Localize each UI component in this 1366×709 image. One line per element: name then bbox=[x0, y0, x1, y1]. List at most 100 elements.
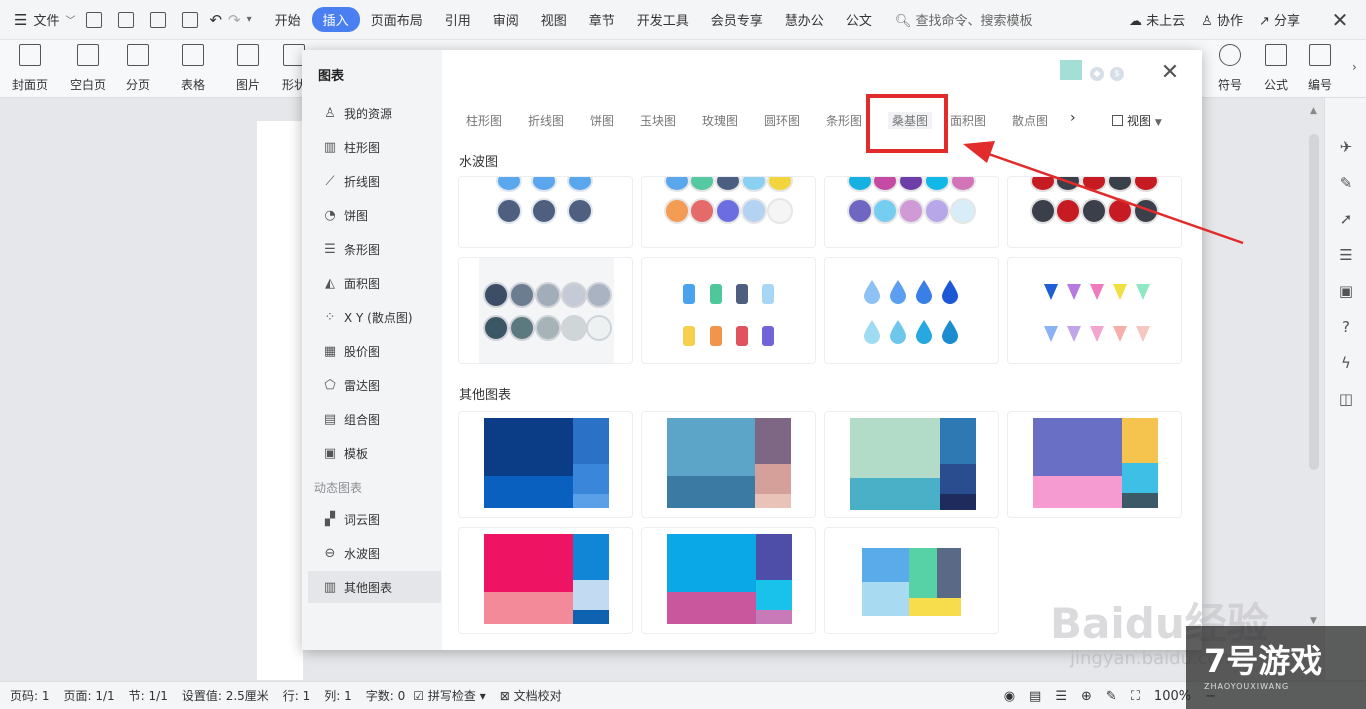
sidebar-item-9[interactable]: ▤ 组合图 bbox=[308, 403, 441, 435]
pen-icon[interactable]: ✎ bbox=[1337, 174, 1355, 192]
write-mode-icon[interactable]: ✎ bbox=[1106, 689, 1117, 704]
coin-icon[interactable]: $ bbox=[1110, 67, 1124, 81]
symbol-button[interactable]: 符号 bbox=[1218, 44, 1242, 93]
sidebar-item-4[interactable]: ☰ 条形图 bbox=[308, 233, 441, 265]
hamburger-icon[interactable]: ☰ bbox=[14, 11, 27, 29]
tab-4[interactable]: 审阅 bbox=[482, 7, 530, 32]
page-break-button[interactable]: 分页 bbox=[126, 44, 150, 93]
tab-8[interactable]: 会员专享 bbox=[700, 7, 774, 32]
scrollbar-thumb[interactable] bbox=[1309, 134, 1319, 470]
tab-7[interactable]: 开发工具 bbox=[626, 7, 700, 32]
tab-5[interactable]: 视图 bbox=[530, 7, 578, 32]
template-card[interactable] bbox=[458, 257, 633, 364]
template-card[interactable] bbox=[641, 527, 816, 634]
scroll-up-icon[interactable]: ▲ bbox=[1310, 106, 1317, 116]
lightning-icon[interactable]: ϟ bbox=[1337, 354, 1355, 372]
sliders-icon[interactable]: ☰ bbox=[1337, 246, 1355, 264]
tab-3[interactable]: 引用 bbox=[434, 7, 482, 32]
chart-tab-5[interactable]: 圆环图 bbox=[764, 112, 800, 129]
template-card[interactable] bbox=[641, 411, 816, 518]
ribbon-scroll-right-icon[interactable]: › bbox=[1352, 60, 1357, 74]
template-card[interactable] bbox=[458, 411, 633, 518]
template-card[interactable] bbox=[1007, 257, 1182, 364]
scroll-down-icon[interactable]: ▼ bbox=[1310, 616, 1317, 626]
print-icon[interactable] bbox=[150, 11, 167, 28]
sidebar-item-2[interactable]: ⟋ 折线图 bbox=[308, 165, 441, 197]
sidebar-item-10[interactable]: ▣ 模板 bbox=[308, 437, 441, 469]
sidebar-item-5[interactable]: ◭ 面积图 bbox=[308, 267, 441, 299]
web-view-icon[interactable]: ⊕ bbox=[1081, 689, 1092, 704]
sidebar-item-1[interactable]: ▥ 柱形图 bbox=[308, 131, 441, 163]
dynamic-item-0[interactable]: ▞ 词云图 bbox=[308, 503, 441, 535]
tab-10[interactable]: 公文 bbox=[835, 7, 883, 32]
chevron-down-icon[interactable]: ﹀ bbox=[65, 12, 75, 27]
template-card[interactable] bbox=[458, 176, 633, 248]
cursor-icon[interactable]: ➚ bbox=[1337, 210, 1355, 228]
dynamic-item-2[interactable]: ▥ 其他图表 bbox=[308, 571, 441, 603]
outline-view-icon[interactable]: ☰ bbox=[1055, 689, 1067, 704]
chart-tab-6[interactable]: 条形图 bbox=[826, 112, 862, 129]
template-card[interactable] bbox=[1007, 411, 1182, 518]
command-search[interactable]: 🔍︎ 查找命令、搜索模板 bbox=[895, 10, 1033, 29]
chart-tab-3[interactable]: 玉块图 bbox=[640, 112, 676, 129]
spell-check-button[interactable]: ☑ 拼写检查 ▾ bbox=[413, 687, 485, 704]
rocket-icon[interactable]: ✈ bbox=[1337, 138, 1355, 156]
chart-tab-9[interactable]: 散点图 bbox=[1012, 112, 1048, 129]
vertical-scrollbar[interactable]: ▲ ▼ bbox=[1307, 104, 1321, 680]
template-card[interactable] bbox=[824, 257, 999, 364]
collab-button[interactable]: ♙ 协作 bbox=[1201, 10, 1243, 29]
close-icon[interactable]: ✕ bbox=[1314, 0, 1366, 40]
cloud-status[interactable]: ☁ 未上云 bbox=[1129, 10, 1185, 29]
cover-page-button[interactable]: 封面页 bbox=[12, 44, 48, 93]
sidebar-item-3[interactable]: ◔ 饼图 bbox=[308, 199, 441, 231]
sidebar-item-7[interactable]: ▦ 股价图 bbox=[308, 335, 441, 367]
tab-6[interactable]: 章节 bbox=[578, 7, 626, 32]
picture-button[interactable]: 图片 bbox=[236, 44, 260, 93]
theme-swatch[interactable] bbox=[1060, 60, 1082, 80]
template-card[interactable] bbox=[458, 527, 633, 634]
undo-icon[interactable]: ↶ bbox=[209, 11, 222, 29]
eye-icon[interactable]: ◉ bbox=[1004, 689, 1015, 704]
dialog-close-icon[interactable]: ✕ bbox=[1158, 60, 1182, 85]
chart-tab-0[interactable]: 柱形图 bbox=[466, 112, 502, 129]
help-icon[interactable]: ? bbox=[1337, 318, 1355, 336]
template-card[interactable] bbox=[641, 257, 816, 364]
chart-tab-1[interactable]: 折线图 bbox=[528, 112, 564, 129]
numbering-button[interactable]: 编号 bbox=[1308, 44, 1332, 93]
tabs-next-icon[interactable]: › bbox=[1070, 110, 1076, 126]
book-icon[interactable]: ◫ bbox=[1337, 390, 1355, 408]
page-view-icon[interactable]: ▤ bbox=[1029, 689, 1041, 704]
tab-1[interactable]: 插入 bbox=[311, 7, 360, 32]
dropdown-icon[interactable]: ▾ bbox=[247, 14, 252, 25]
sidebar-item-6[interactable]: ⁘ X Y (散点图) bbox=[308, 301, 441, 333]
template-card[interactable] bbox=[1007, 176, 1182, 248]
sidebar-item-8[interactable]: ⬠ 雷达图 bbox=[308, 369, 441, 401]
table-button[interactable]: 表格 bbox=[181, 44, 205, 93]
redo-icon[interactable]: ↷ bbox=[228, 11, 241, 29]
sidebar-item-0[interactable]: ♙ 我的资源 bbox=[308, 97, 441, 129]
export-pdf-icon[interactable] bbox=[118, 11, 135, 28]
dynamic-item-1[interactable]: ⊖ 水波图 bbox=[308, 537, 441, 569]
file-menu[interactable]: 文件 bbox=[33, 10, 59, 29]
image-settings-icon[interactable]: ▣ bbox=[1337, 282, 1355, 300]
fit-page-icon[interactable]: ⛶ bbox=[1131, 689, 1140, 704]
template-card[interactable] bbox=[824, 527, 999, 634]
template-card[interactable] bbox=[824, 176, 999, 248]
tab-9[interactable]: 慧办公 bbox=[774, 7, 835, 32]
share-button[interactable]: ↗ 分享 bbox=[1259, 10, 1300, 29]
word-count[interactable]: 字数: 0 bbox=[366, 687, 406, 704]
template-card[interactable] bbox=[641, 176, 816, 248]
save-icon[interactable] bbox=[86, 11, 103, 28]
proofread-button[interactable]: ⊠ 文档校对 bbox=[500, 687, 562, 704]
blank-page-button[interactable]: 空白页 bbox=[70, 44, 106, 93]
member-icon[interactable]: ◆ bbox=[1090, 67, 1104, 81]
document-page[interactable] bbox=[257, 121, 303, 680]
chart-tab-2[interactable]: 饼图 bbox=[590, 112, 614, 129]
formula-button[interactable]: 公式 bbox=[1264, 44, 1288, 93]
chart-tab-4[interactable]: 玫瑰图 bbox=[702, 112, 738, 129]
tab-0[interactable]: 开始 bbox=[264, 7, 312, 32]
template-card[interactable] bbox=[824, 411, 999, 518]
tab-2[interactable]: 页面布局 bbox=[360, 7, 434, 32]
view-toggle[interactable]: 视图 ▼ bbox=[1112, 112, 1162, 129]
print-preview-icon[interactable] bbox=[182, 11, 199, 28]
